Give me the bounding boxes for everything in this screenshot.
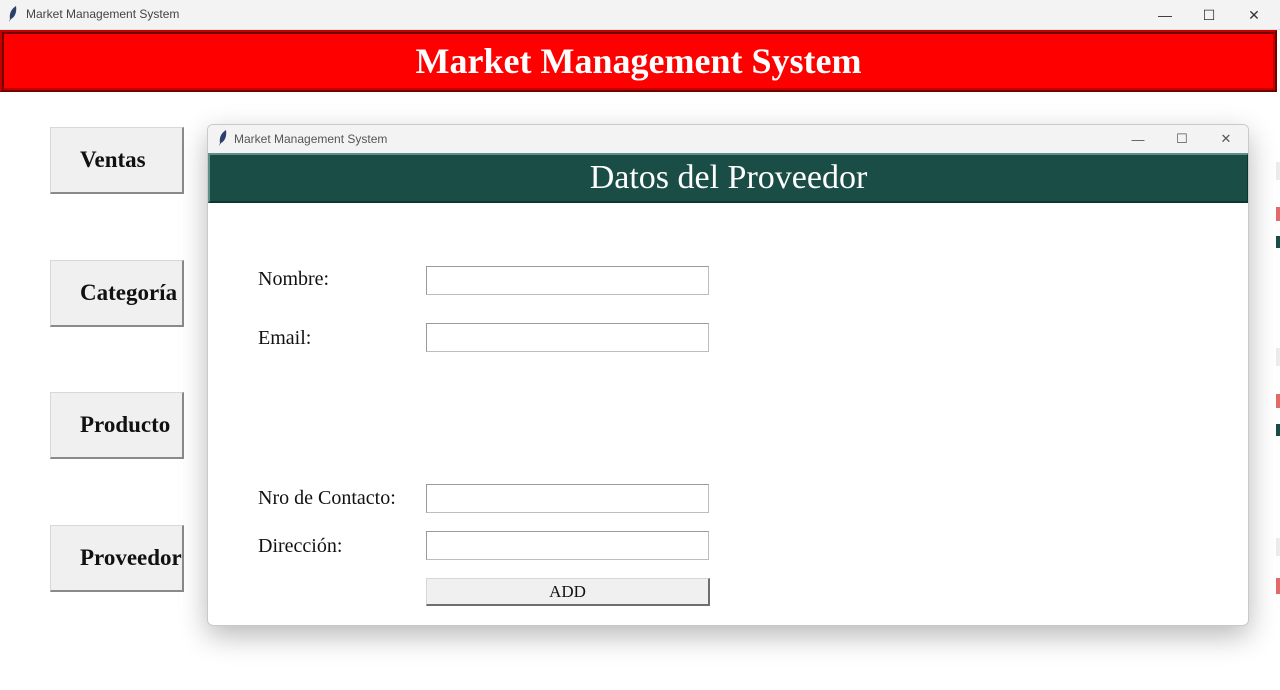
app-title: Market Management System — [415, 41, 862, 81]
dialog-titlebar: Market Management System — ☐ ✕ — [208, 125, 1248, 153]
maximize-button[interactable]: ☐ — [1187, 0, 1231, 30]
ventas-button[interactable]: Ventas — [50, 127, 184, 194]
feather-icon — [219, 130, 227, 146]
contacto-label: Nro de Contacto: — [258, 487, 396, 509]
email-label: Email: — [258, 327, 312, 349]
background-window-edge — [1276, 207, 1280, 221]
add-button[interactable]: ADD — [426, 578, 710, 606]
contacto-input[interactable] — [426, 484, 709, 513]
nombre-input[interactable] — [426, 266, 709, 295]
main-window: Market Management System — ☐ ✕ Market Ma… — [0, 0, 1280, 690]
feather-icon — [9, 6, 17, 22]
proveedor-dialog: Market Management System — ☐ ✕ Datos del… — [207, 124, 1249, 626]
proveedor-button[interactable]: Proveedor — [50, 525, 184, 592]
dialog-window-title: Market Management System — [234, 132, 388, 146]
background-window-edge — [1276, 348, 1280, 366]
dialog-heading: Datos del Proveedor — [589, 159, 868, 196]
dialog-header: Datos del Proveedor — [208, 153, 1248, 203]
background-window-edge — [1276, 394, 1280, 408]
background-window-edge — [1276, 578, 1280, 594]
direccion-input[interactable] — [426, 531, 709, 560]
producto-button[interactable]: Producto — [50, 392, 184, 459]
main-titlebar: Market Management System — ☐ ✕ — [0, 0, 1280, 30]
background-window-edge — [1276, 162, 1280, 180]
email-input[interactable] — [426, 323, 709, 352]
dialog-close-button[interactable]: ✕ — [1204, 125, 1248, 153]
dialog-maximize-button[interactable]: ☐ — [1160, 125, 1204, 153]
nombre-label: Nombre: — [258, 268, 330, 290]
background-window-edge — [1276, 424, 1280, 436]
dialog-minimize-button[interactable]: — — [1116, 125, 1160, 153]
app-header: Market Management System — [0, 30, 1277, 92]
categoria-button[interactable]: Categoría — [50, 260, 184, 327]
minimize-button[interactable]: — — [1143, 0, 1187, 30]
background-window-edge — [1276, 236, 1280, 248]
direccion-label: Dirección: — [258, 535, 343, 557]
window-title: Market Management System — [26, 7, 180, 21]
close-button[interactable]: ✕ — [1232, 0, 1276, 30]
background-window-edge — [1276, 538, 1280, 556]
